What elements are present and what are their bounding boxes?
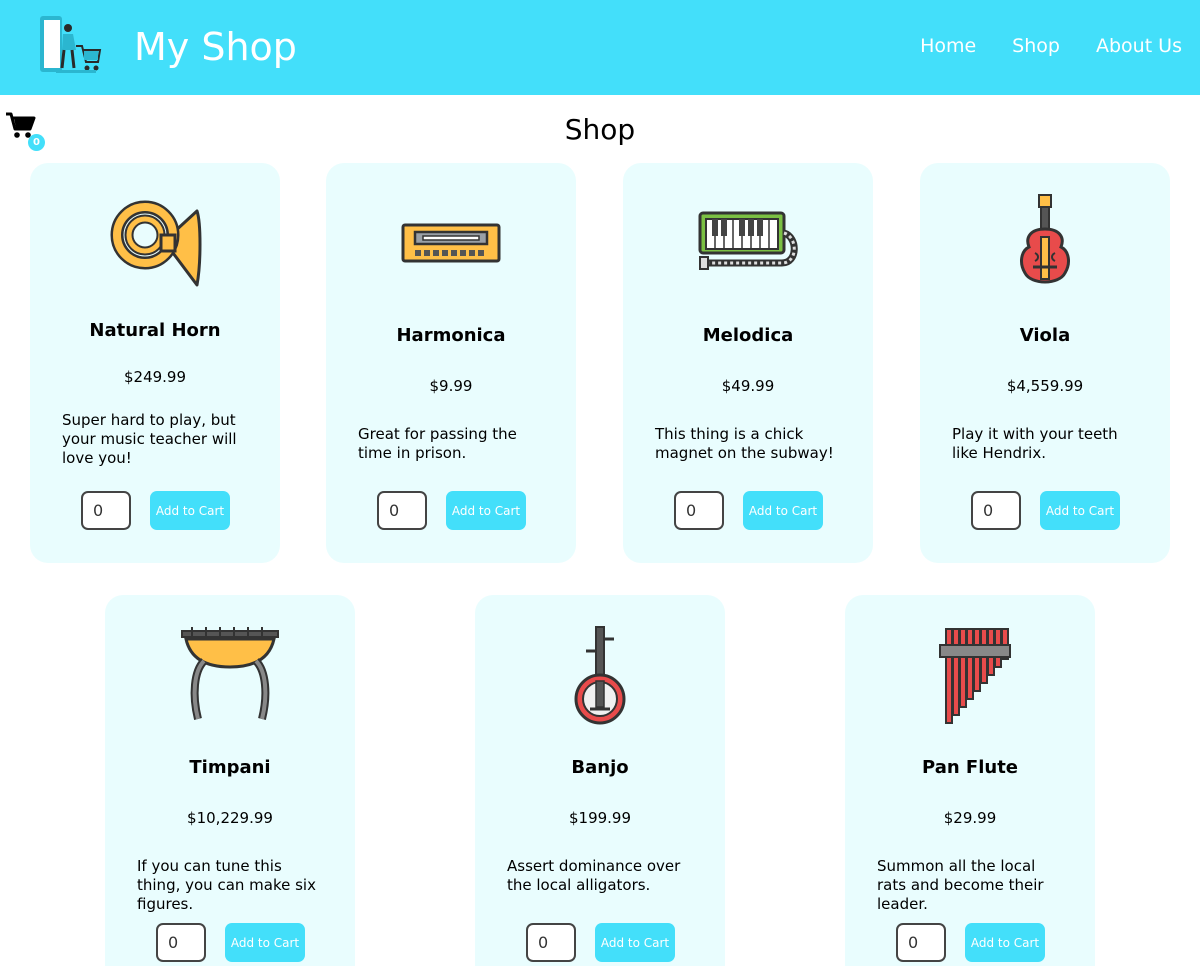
timpani-icon: [181, 627, 279, 720]
product-description: Assert dominance over the local alligato…: [507, 857, 681, 894]
product-name: Timpani: [189, 757, 271, 778]
product-price: $4,559.99: [1006, 377, 1084, 395]
product-price: $10,229.99: [187, 809, 273, 827]
product-card-harmonica: Harmonica $9.99 Great for passing the ti…: [326, 163, 576, 563]
product-description: Summon all the local rats and become the…: [877, 857, 1044, 913]
add-to-cart-button[interactable]: Add to Cart: [965, 923, 1045, 962]
product-price: $49.99: [721, 377, 775, 395]
quantity-input[interactable]: [377, 491, 427, 530]
quantity-input[interactable]: [674, 491, 724, 530]
product-card-viola: Viola $4,559.99 Play it with your teeth …: [920, 163, 1170, 563]
product-description: Great for passing the time in prison.: [358, 425, 517, 462]
melodica-icon: [698, 211, 798, 270]
add-to-cart-button[interactable]: Add to Cart: [1040, 491, 1120, 530]
product-name: Pan Flute: [921, 757, 1019, 778]
add-to-cart-button[interactable]: Add to Cart: [446, 491, 526, 530]
banjo-icon: [574, 626, 626, 725]
add-to-cart-button[interactable]: Add to Cart: [743, 491, 823, 530]
product-price: $199.99: [568, 809, 632, 827]
brand-name[interactable]: My Shop: [134, 24, 297, 70]
product-price: $9.99: [429, 377, 473, 395]
quantity-input[interactable]: [156, 923, 206, 962]
natural-horn-icon: [110, 200, 202, 287]
product-price: $249.99: [123, 368, 187, 386]
product-card-pan-flute: Pan Flute $29.99 Summon all the local ra…: [845, 595, 1095, 966]
product-card-natural-horn: Natural Horn $249.99 Super hard to play,…: [30, 163, 280, 563]
page-title: Shop: [564, 113, 636, 146]
site-header: My Shop Home Shop About Us: [0, 0, 1200, 95]
quantity-input[interactable]: [896, 923, 946, 962]
shop-logo-icon[interactable]: [36, 12, 102, 76]
product-description: This thing is a chick magnet on the subw…: [655, 425, 834, 462]
add-to-cart-button[interactable]: Add to Cart: [150, 491, 230, 530]
add-to-cart-button[interactable]: Add to Cart: [595, 923, 675, 962]
add-to-cart-button[interactable]: Add to Cart: [225, 923, 305, 962]
main-nav: Home Shop About Us: [920, 33, 1182, 59]
nav-home-link[interactable]: Home: [920, 33, 976, 59]
product-price: $29.99: [943, 809, 997, 827]
nav-about-link[interactable]: About Us: [1096, 33, 1182, 59]
quantity-input[interactable]: [81, 491, 131, 530]
product-card-timpani: Timpani $10,229.99 If you can tune this …: [105, 595, 355, 966]
product-description: If you can tune this thing, you can make…: [137, 857, 316, 913]
viola-icon: [1020, 194, 1070, 284]
product-card-melodica: Melodica $49.99 This thing is a chick ma…: [623, 163, 873, 563]
product-card-banjo: Banjo $199.99 Assert dominance over the …: [475, 595, 725, 966]
product-name: Viola: [1019, 325, 1071, 346]
product-name: Harmonica: [396, 325, 506, 346]
nav-shop-link[interactable]: Shop: [1012, 33, 1060, 59]
pan-flute-icon: [939, 628, 1011, 724]
product-name: Natural Horn: [89, 320, 221, 341]
product-description: Super hard to play, but your music teach…: [62, 411, 237, 467]
product-name: Banjo: [571, 757, 629, 778]
quantity-input[interactable]: [971, 491, 1021, 530]
product-name: Melodica: [702, 325, 794, 346]
harmonica-icon: [401, 223, 501, 263]
product-description: Play it with your teeth like Hendrix.: [952, 425, 1118, 462]
quantity-input[interactable]: [526, 923, 576, 962]
